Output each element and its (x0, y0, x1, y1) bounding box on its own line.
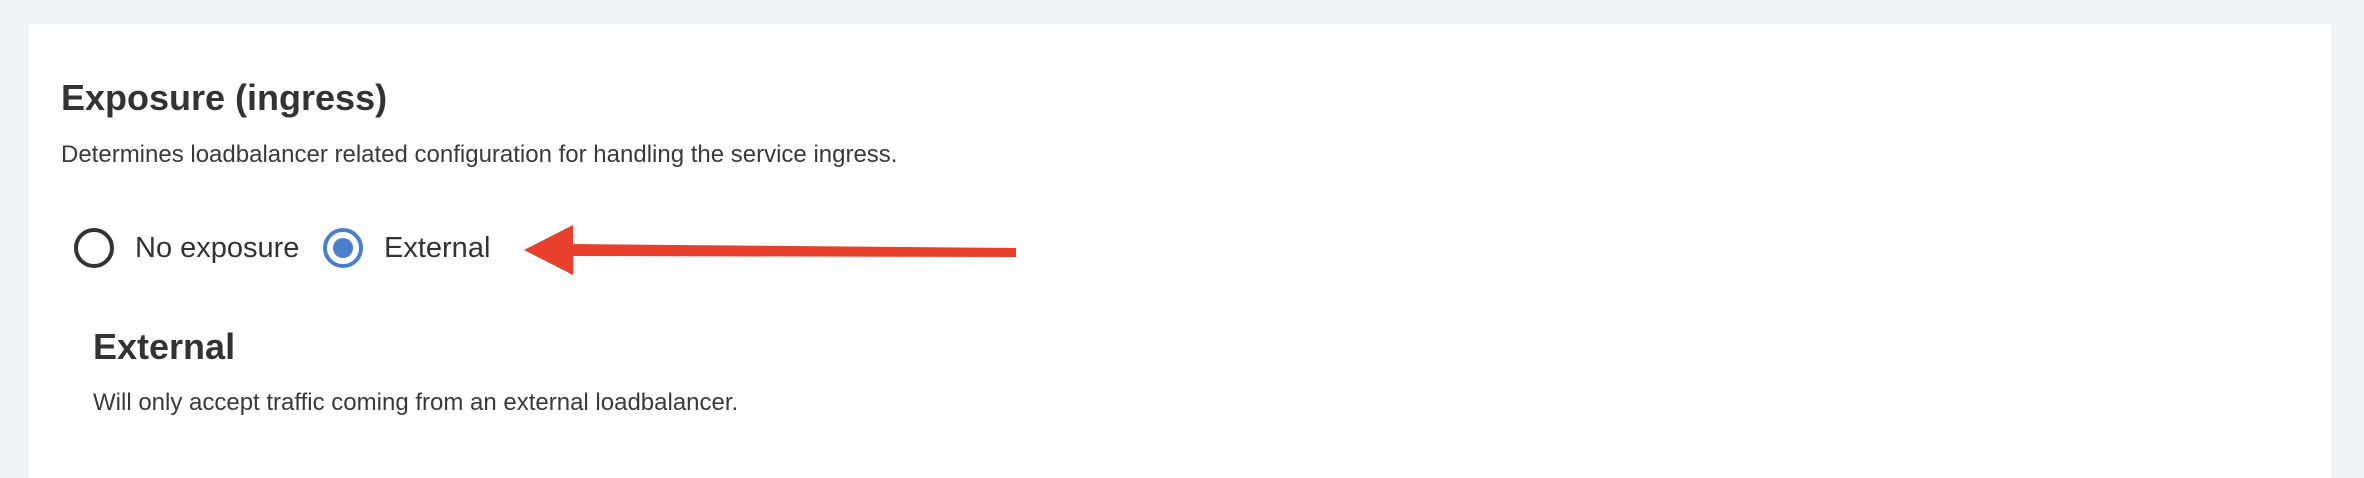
selected-option-title: External (93, 326, 236, 367)
selected-option-description: Will only accept traffic coming from an … (93, 389, 739, 416)
radio-no-exposure[interactable]: No exposure (74, 225, 299, 271)
section-title: Exposure (ingress) (61, 77, 388, 118)
radio-unchecked-icon[interactable] (74, 228, 114, 268)
radio-label-no-exposure[interactable]: No exposure (135, 230, 299, 266)
section-description: Determines loadbalancer related configur… (61, 141, 898, 168)
annotation-arrow-icon (524, 225, 1016, 275)
radio-external[interactable]: External (323, 225, 490, 271)
radio-checked-icon[interactable] (323, 228, 363, 268)
radio-label-external[interactable]: External (384, 230, 490, 266)
radio-dot (333, 238, 353, 258)
arrow-shaft (565, 244, 1016, 257)
